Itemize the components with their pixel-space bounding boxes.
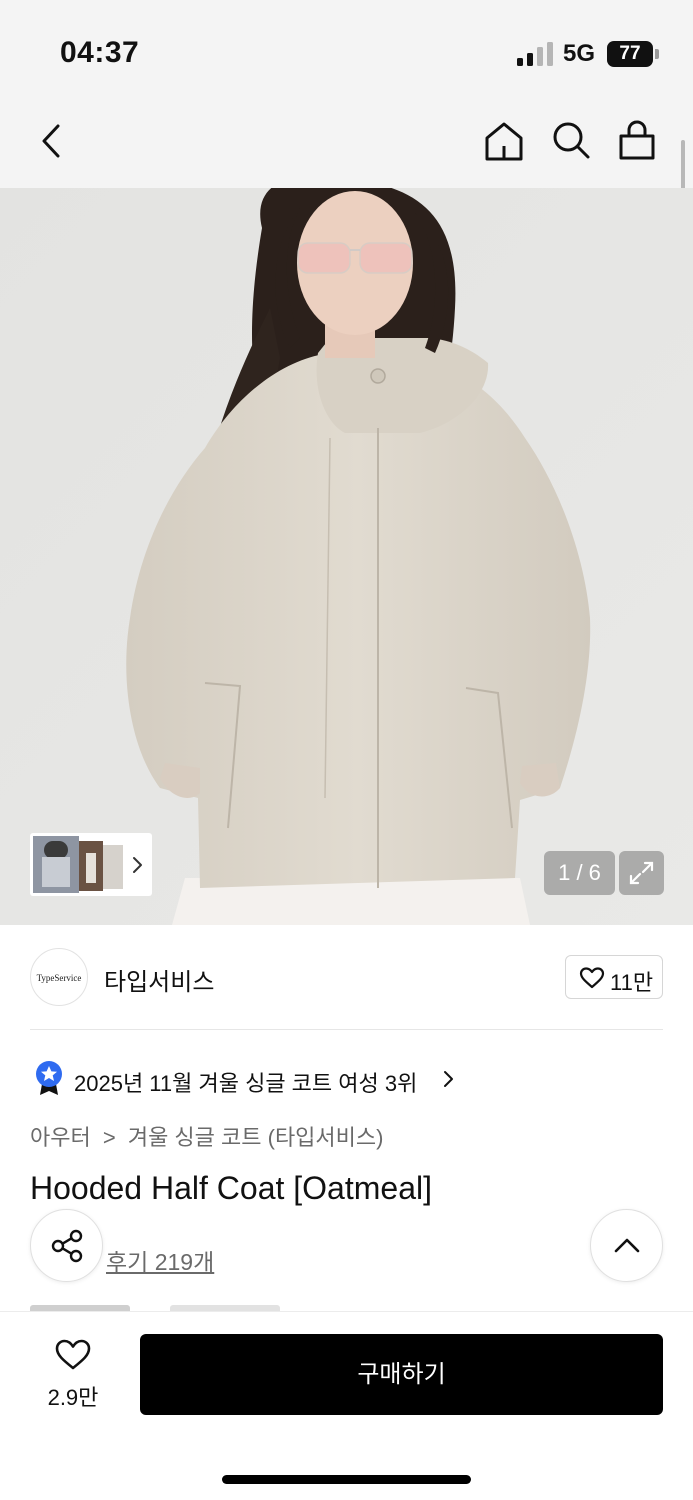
thumbnail-strip[interactable] (30, 833, 152, 896)
nav-bar (0, 100, 693, 188)
chevron-right-icon (133, 857, 142, 873)
chevron-right-icon (444, 1071, 453, 1087)
heart-outline-icon (55, 1339, 91, 1370)
signal-icon (517, 42, 553, 66)
chevron-up-icon (614, 1238, 640, 1253)
battery-icon: 77 (607, 41, 653, 67)
category-level2[interactable]: 겨울 싱글 코트 (타입서비스) (128, 1125, 384, 1150)
expand-button[interactable] (619, 851, 664, 895)
category-separator: > (102, 1125, 116, 1150)
home-indicator[interactable] (222, 1475, 471, 1484)
image-counter: 1 / 6 (544, 851, 615, 895)
share-icon (51, 1229, 83, 1263)
home-icon[interactable] (484, 120, 524, 162)
product-title: Hooded Half Coat [Oatmeal] (30, 1170, 432, 1206)
ranking-banner[interactable]: 2025년 11월 겨울 싱글 코트 여성 3위 (30, 1058, 530, 1098)
category-breadcrumb: 아우터 > 겨울 싱글 코트 (타입서비스) (30, 1120, 383, 1152)
product-image[interactable] (0, 188, 693, 925)
brand-row[interactable]: TypeService 타입서비스 11만 (30, 948, 663, 1006)
brand-like-button[interactable]: 11만 (565, 955, 663, 999)
wishlist-count: 2.9만 (47, 1385, 99, 1410)
battery-tip (655, 49, 659, 59)
ranking-text: 2025년 11월 겨울 싱글 코트 여성 3위 (74, 1071, 418, 1096)
model-photo (0, 188, 693, 925)
share-button[interactable] (30, 1209, 103, 1282)
heart-outline-icon (579, 967, 605, 989)
expand-icon (629, 861, 654, 885)
brand-like-count: 11만 (610, 970, 654, 995)
ranking-star-badge-icon (36, 1061, 62, 1095)
scroll-top-button[interactable] (590, 1209, 663, 1282)
brand-logo[interactable]: TypeService (30, 948, 88, 1006)
category-level1[interactable]: 아우터 (30, 1125, 91, 1150)
partially-hidden-price-row (30, 1303, 290, 1311)
wishlist-button[interactable]: 2.9만 (30, 1334, 116, 1414)
review-link[interactable]: 후기 219개 (106, 1243, 214, 1277)
status-time: 04:37 (60, 36, 140, 69)
status-bar: 04:37 5G 77 (0, 0, 693, 100)
back-icon[interactable] (36, 122, 70, 160)
cart-icon[interactable] (617, 120, 657, 162)
buy-button[interactable]: 구매하기 (140, 1334, 663, 1415)
divider (30, 1029, 663, 1030)
brand-name[interactable]: 타입서비스 (104, 962, 214, 997)
search-icon[interactable] (551, 120, 591, 162)
network-label: 5G (563, 40, 596, 67)
